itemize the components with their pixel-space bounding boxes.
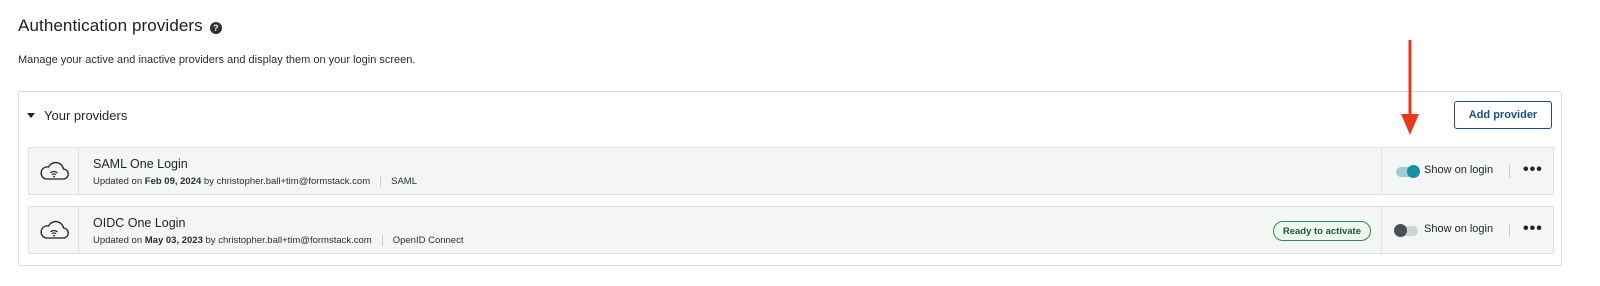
provider-info: SAML One Login Updated on Feb 09, 2024 b… [79, 148, 1381, 194]
caret-down-icon [27, 113, 35, 118]
page-header: Authentication providers ? [18, 16, 222, 36]
updated-prefix: Updated on [93, 176, 143, 187]
cloud-wifi-icon [40, 220, 69, 239]
more-options-icon[interactable]: ••• [1523, 162, 1543, 178]
provider-info: OIDC One Login Updated on May 03, 2023 b… [79, 207, 1381, 253]
meta-divider [381, 235, 383, 246]
provider-icon-cell [29, 207, 79, 253]
provider-icon-cell [29, 148, 79, 194]
page-subtitle: Manage your active and inactive provider… [18, 54, 416, 66]
provider-actions: Show on login ••• [1381, 148, 1553, 194]
toggle-knob [1394, 224, 1407, 237]
provider-name: OIDC One Login [93, 216, 186, 230]
provider-actions: Show on login ••• [1381, 207, 1553, 253]
actions-divider [1509, 165, 1510, 178]
provider-meta: Updated on Feb 09, 2024 by christopher.b… [93, 176, 417, 187]
add-provider-button[interactable]: Add provider [1454, 101, 1552, 129]
actions-divider [1509, 224, 1510, 237]
updated-prefix: Updated on [93, 235, 143, 246]
provider-meta: Updated on May 03, 2023 by christopher.b… [93, 235, 463, 246]
show-on-login-toggle[interactable] [1394, 224, 1418, 237]
show-on-login-label: Show on login [1424, 223, 1494, 235]
updated-date: Feb 09, 2024 [144, 176, 202, 187]
provider-name: SAML One Login [93, 157, 188, 171]
provider-row: OIDC One Login Updated on May 03, 2023 b… [28, 206, 1554, 254]
status-badge: Ready to activate [1272, 221, 1371, 241]
providers-section-toggle[interactable]: Your providers [27, 108, 127, 123]
page-title: Authentication providers [18, 16, 203, 35]
provider-row: SAML One Login Updated on Feb 09, 2024 b… [28, 147, 1554, 195]
meta-divider [380, 176, 382, 187]
toggle-knob [1407, 165, 1420, 178]
updated-by: by christopher.ball+tim@formstack.com [205, 235, 372, 246]
provider-type: OpenID Connect [392, 235, 464, 246]
updated-by: by christopher.ball+tim@formstack.com [203, 176, 371, 187]
annotation-arrow-icon [1401, 40, 1419, 135]
providers-section-title: Your providers [44, 108, 128, 123]
providers-panel: Your providers Add provider SAML One Log… [18, 91, 1562, 266]
show-on-login-label: Show on login [1424, 164, 1494, 176]
updated-date: May 03, 2023 [144, 235, 203, 246]
help-icon[interactable]: ? [209, 21, 222, 34]
more-options-icon[interactable]: ••• [1523, 221, 1543, 237]
provider-type: SAML [391, 176, 417, 187]
show-on-login-toggle[interactable] [1396, 165, 1420, 178]
cloud-wifi-icon [40, 161, 69, 180]
